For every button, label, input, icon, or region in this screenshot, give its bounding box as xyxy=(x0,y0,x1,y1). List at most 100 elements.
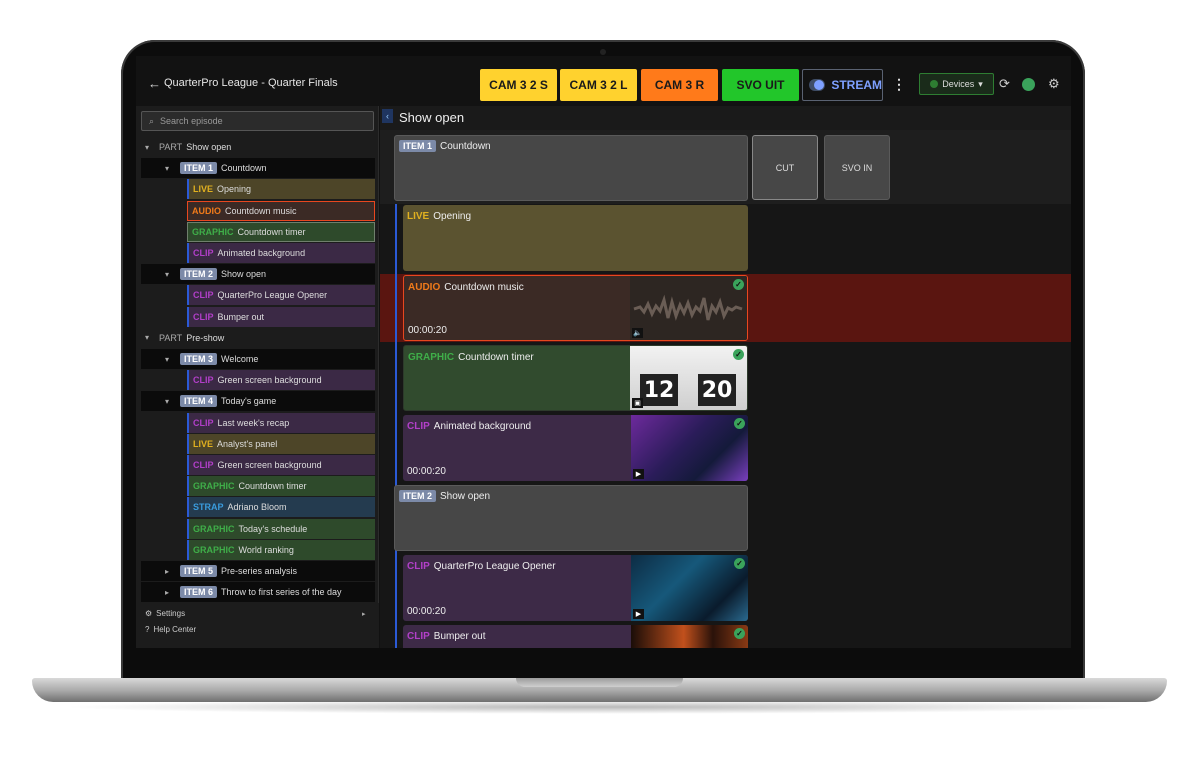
app-screen: ← QuarterPro League - Quarter Finals CAM… xyxy=(136,56,1071,648)
volume-icon: 🔈 xyxy=(632,328,643,338)
tree-child[interactable]: CLIP Animated background xyxy=(187,243,375,263)
tree-item[interactable]: ▸ ITEM 6 Throw to first series of the day xyxy=(141,582,375,603)
clip-card-audio-countdown-music[interactable]: AUDIO Countdown music 00:00:20 🔈 ✓ xyxy=(403,275,748,341)
child-label: Countdown timer xyxy=(237,226,306,237)
source-button-cam-3-2-s[interactable]: CAM 3 2 S xyxy=(480,69,557,101)
chevron-down-icon: ▾ xyxy=(978,78,983,89)
tree-part[interactable]: ▾ PART Pre-show xyxy=(136,328,375,348)
clip-label: Bumper out xyxy=(433,631,486,642)
search-placeholder: Search episode xyxy=(160,116,223,126)
tree-child[interactable]: GRAPHIC World ranking xyxy=(187,539,375,560)
item-card-1[interactable]: ITEM 1 Countdown xyxy=(394,135,748,201)
item-tag: ITEM 3 xyxy=(180,353,218,365)
back-arrow-icon[interactable]: ← xyxy=(148,76,161,91)
item-card-2[interactable]: ITEM 2 Show open xyxy=(394,485,748,551)
item-label: Today's game xyxy=(221,396,277,407)
tree-child[interactable]: CLIP Green screen background xyxy=(187,370,375,391)
clip-card-graphic-countdown-timer[interactable]: GRAPHIC Countdown timer 12 20 ▣ ✓ xyxy=(403,345,748,411)
chevron-down-icon: ▾ xyxy=(165,163,170,173)
more-options-icon[interactable]: ⋮ xyxy=(892,76,906,93)
tree-item[interactable]: ▾ ITEM 3 Welcome xyxy=(141,349,375,369)
child-tag: CLIP xyxy=(193,248,214,258)
child-tag: GRAPHIC xyxy=(192,226,234,237)
help-center-label: Help Center xyxy=(153,625,197,634)
clip-card-clip-animated-background[interactable]: CLIP Animated background 00:00:20 ▶ ✓ xyxy=(403,415,748,481)
checkmark-icon: ✓ xyxy=(733,279,744,290)
gear-icon: ⚙ xyxy=(145,609,153,618)
clip-label: Opening xyxy=(433,211,472,222)
stream-toggle[interactable]: STREAM xyxy=(802,69,883,101)
source-button-cam-3-r[interactable]: CAM 3 R xyxy=(641,69,718,101)
tree-child[interactable]: GRAPHIC Today's schedule xyxy=(187,518,375,539)
item-label: Welcome xyxy=(221,354,259,364)
image-icon: ▣ xyxy=(632,398,643,408)
video-thumbnail: ▶ xyxy=(631,555,748,621)
tree-child[interactable]: GRAPHIC Countdown timer xyxy=(187,221,375,242)
tree-child[interactable]: CLIP Green screen background xyxy=(187,455,375,475)
collapse-sidebar-icon[interactable]: ‹ xyxy=(382,109,393,123)
chevron-right-icon: ▸ xyxy=(362,611,366,618)
clock-hours: 12 xyxy=(640,374,678,406)
tree-item[interactable]: ▾ ITEM 1 Countdown xyxy=(141,158,375,179)
part-title: Show open xyxy=(399,110,465,125)
source-button-svo-uit[interactable]: SVO UIT xyxy=(722,69,799,101)
chevron-down-icon: ▾ xyxy=(145,333,150,343)
part-prefix: PART xyxy=(159,332,183,343)
svo-in-button[interactable]: SVO IN xyxy=(824,135,890,200)
tree-child[interactable]: GRAPHIC Countdown timer xyxy=(187,476,375,497)
help-center-link[interactable]: ? Help Center xyxy=(145,625,196,634)
tree-part[interactable]: ▾ PART Show open xyxy=(136,137,375,157)
tree-child[interactable]: LIVE Opening xyxy=(187,179,375,200)
child-tag: GRAPHIC xyxy=(193,481,235,492)
chevron-right-icon: ▸ xyxy=(165,566,170,576)
tree-child[interactable]: CLIP Last week's recap xyxy=(187,412,375,433)
video-thumbnail xyxy=(631,625,748,648)
clip-card-clip-league-opener[interactable]: CLIP QuarterPro League Opener 00:00:20 ▶… xyxy=(403,555,748,621)
devices-label: Devices xyxy=(942,79,975,89)
search-input[interactable]: ⌕ Search episode xyxy=(141,111,374,131)
clip-card-live-opening[interactable]: LIVE Opening xyxy=(403,205,748,271)
tree-item[interactable]: ▾ ITEM 4 Today's game xyxy=(141,391,375,412)
part-prefix: PART xyxy=(159,142,183,152)
item-label: Throw to first series of the day xyxy=(221,587,342,598)
tree-child[interactable]: STRAP Adriano Bloom xyxy=(187,497,375,518)
tree-child[interactable]: AUDIO Countdown music xyxy=(187,200,375,221)
child-label: Last week's recap xyxy=(217,417,290,428)
item-tag: ITEM 2 xyxy=(399,490,437,502)
cloud-status-icon[interactable] xyxy=(1022,78,1035,91)
chevron-down-icon: ▾ xyxy=(145,142,150,152)
video-thumbnail: ▶ xyxy=(631,415,748,481)
sync-icon[interactable]: ⟳ xyxy=(999,76,1010,92)
item-label: Countdown xyxy=(440,140,491,152)
child-label: Today's schedule xyxy=(238,523,308,534)
settings-label: Settings xyxy=(156,609,186,618)
child-label: Analyst's panel xyxy=(217,438,278,449)
clip-tag: LIVE xyxy=(407,211,430,222)
chevron-right-icon: ▸ xyxy=(165,587,170,597)
child-label: World ranking xyxy=(238,544,294,555)
gear-icon[interactable]: ⚙ xyxy=(1048,76,1060,92)
child-tag: AUDIO xyxy=(192,205,221,216)
devices-dropdown[interactable]: Devices ▾ xyxy=(919,73,994,95)
child-label: Countdown timer xyxy=(238,481,307,492)
source-button-cam-3-2-l[interactable]: CAM 3 2 L xyxy=(560,69,637,101)
child-tag: CLIP xyxy=(193,460,214,470)
child-label: Green screen background xyxy=(217,375,322,386)
checkmark-icon: ✓ xyxy=(734,558,745,569)
clip-duration: 00:00:20 xyxy=(408,325,447,336)
tree-item[interactable]: ▾ ITEM 2 Show open xyxy=(141,264,375,285)
tree-child[interactable]: LIVE Analyst's panel xyxy=(187,433,375,454)
clip-card-clip-bumper-out[interactable]: CLIP Bumper out ✓ xyxy=(403,625,748,648)
clock-minutes: 20 xyxy=(698,374,736,406)
settings-link[interactable]: ⚙ Settings xyxy=(145,609,185,618)
child-label: QuarterPro League Opener xyxy=(217,290,328,301)
tree-item[interactable]: ▸ ITEM 5 Pre-series analysis xyxy=(141,561,375,581)
checkmark-icon: ✓ xyxy=(734,418,745,429)
top-bar: ← QuarterPro League - Quarter Finals CAM… xyxy=(136,56,1071,106)
tree-child[interactable]: CLIP QuarterPro League Opener xyxy=(187,285,375,306)
search-icon: ⌕ xyxy=(149,115,155,126)
clip-tag: CLIP xyxy=(407,561,430,572)
cut-button[interactable]: CUT xyxy=(752,135,818,200)
tree-child[interactable]: CLIP Bumper out xyxy=(187,306,375,327)
clip-duration: 00:00:20 xyxy=(407,606,446,617)
